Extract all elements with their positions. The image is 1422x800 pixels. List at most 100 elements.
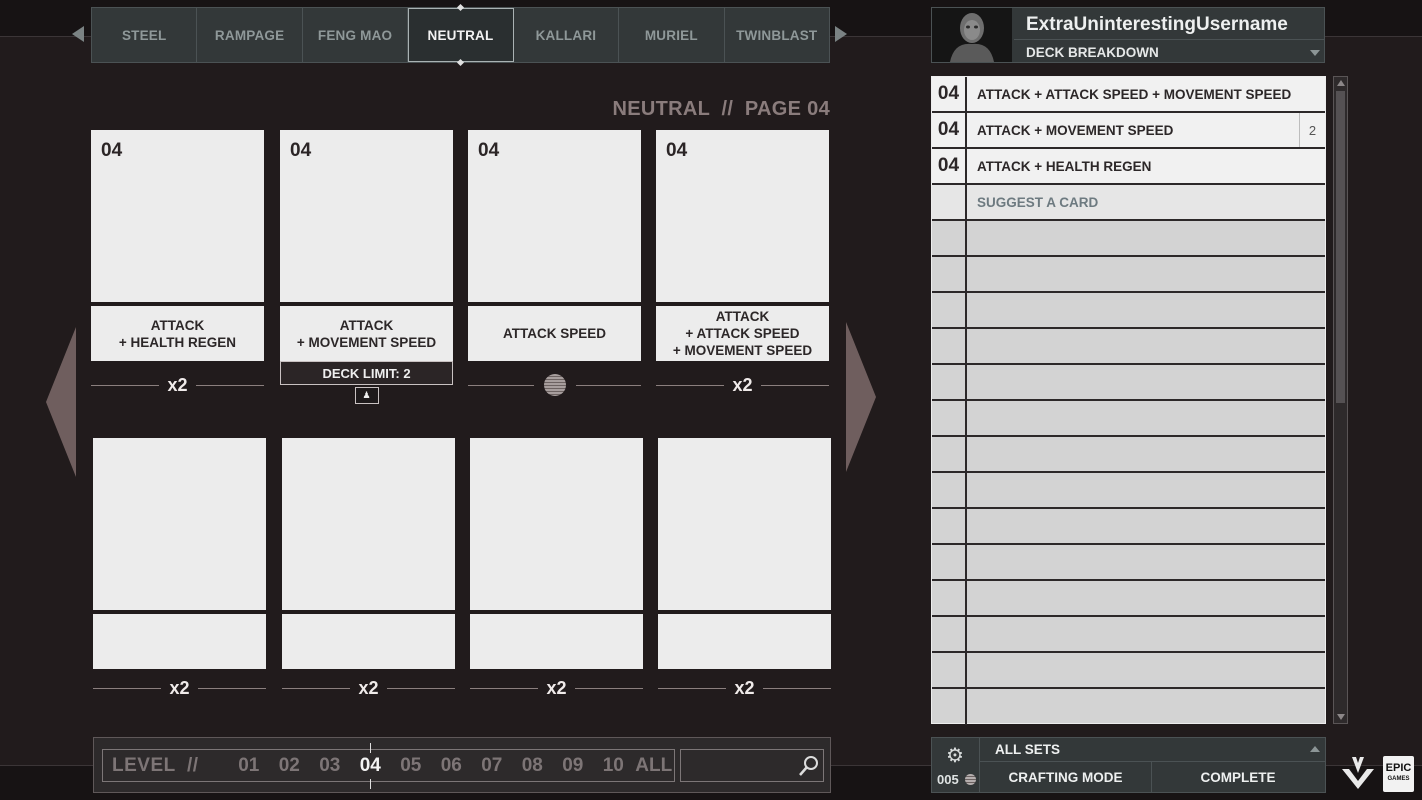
chevron-down-icon[interactable] xyxy=(1310,50,1320,56)
card-slot-3[interactable]: 04 ATTACK SPEED xyxy=(468,130,641,396)
card-slot-1[interactable]: 04 ATTACK + HEALTH REGEN x2 xyxy=(91,130,264,395)
avatar[interactable] xyxy=(932,8,1012,62)
scroll-up-icon[interactable] xyxy=(1337,80,1345,86)
level-07[interactable]: 07 xyxy=(472,755,513,777)
empty-deck-row xyxy=(932,653,1325,689)
view-dropdown-label: DECK BREAKDOWN xyxy=(1026,45,1159,60)
card-slot-6[interactable]: x2 xyxy=(282,438,455,698)
tab-muriel[interactable]: MURIEL xyxy=(619,8,725,62)
empty-cost-cell xyxy=(932,617,967,651)
card-name xyxy=(470,614,643,669)
prev-page-arrow-icon[interactable] xyxy=(46,327,76,477)
empty-deck-row xyxy=(932,221,1325,257)
card-art[interactable] xyxy=(282,438,455,610)
empty-deck-row xyxy=(932,581,1325,617)
complete-button[interactable]: COMPLETE xyxy=(1152,762,1324,792)
card-slot-4[interactable]: 04 ATTACK + ATTACK SPEED + MOVEMENT SPEE… xyxy=(656,130,829,395)
empty-cost-cell xyxy=(932,293,967,327)
suggest-card-row[interactable]: SUGGEST A CARD xyxy=(932,185,1325,221)
card-art[interactable]: 04 xyxy=(468,130,641,302)
tabs-next-arrow-icon[interactable] xyxy=(835,26,847,42)
tab-steel[interactable]: STEEL xyxy=(92,8,198,62)
card-cost: 04 xyxy=(101,140,123,161)
card-name xyxy=(658,614,831,669)
card-count: x2 xyxy=(734,677,755,698)
scroll-down-icon[interactable] xyxy=(1337,714,1345,720)
settings-cell[interactable]: ⚙ 005 xyxy=(932,738,980,792)
empty-deck-row xyxy=(932,473,1325,509)
empty-cost-cell xyxy=(932,653,967,687)
level-08[interactable]: 08 xyxy=(512,755,553,777)
empty-cost-cell xyxy=(932,365,967,399)
card-art[interactable] xyxy=(470,438,643,610)
card-count-row: x2 xyxy=(470,678,643,698)
card-art[interactable] xyxy=(658,438,831,610)
card-count-row: x2 xyxy=(658,678,831,698)
epic-logo-top: EPIC xyxy=(1385,762,1412,774)
card-art[interactable] xyxy=(93,438,266,610)
card-slot-5[interactable]: x2 xyxy=(93,438,266,698)
level-06[interactable]: 06 xyxy=(431,755,472,777)
set-filter-dropdown[interactable]: ALL SETS xyxy=(980,738,1325,762)
card-count: x2 xyxy=(546,677,567,698)
empty-name-cell xyxy=(967,581,1325,615)
card-slot-2[interactable]: 04 ATTACK + MOVEMENT SPEED DECK LIMIT: 2… xyxy=(280,130,453,404)
empty-deck-row xyxy=(932,293,1325,329)
deck-list: 04 ATTACK + ATTACK SPEED + MOVEMENT SPEED… xyxy=(931,76,1326,725)
tab-twinblast[interactable]: TWINBLAST xyxy=(725,8,829,62)
card-slot-8[interactable]: x2 xyxy=(658,438,831,698)
gear-icon[interactable]: ⚙ xyxy=(946,743,964,768)
card-cost: 04 xyxy=(290,140,312,161)
level-03[interactable]: 03 xyxy=(310,755,351,777)
deck-card-name: ATTACK + ATTACK SPEED + MOVEMENT SPEED xyxy=(977,86,1292,102)
level-05[interactable]: 05 xyxy=(391,755,432,777)
level-10[interactable]: 10 xyxy=(593,755,634,777)
deck-scrollbar[interactable] xyxy=(1333,76,1348,724)
view-dropdown[interactable]: DECK BREAKDOWN xyxy=(1014,39,1325,63)
level-01[interactable]: 01 xyxy=(229,755,270,777)
tab-rampage[interactable]: RAMPAGE xyxy=(197,8,303,62)
empty-deck-row xyxy=(932,617,1325,653)
level-04[interactable]: 04 xyxy=(350,742,391,789)
tab-kallari[interactable]: KALLARI xyxy=(514,8,620,62)
epic-logo-bottom: GAMES xyxy=(1387,776,1410,782)
empty-cost-cell xyxy=(932,509,967,543)
deck-card-row[interactable]: 04 ATTACK + MOVEMENT SPEED 2 xyxy=(932,113,1325,149)
tab-neutral[interactable]: NEUTRAL xyxy=(408,8,514,62)
scroll-thumb[interactable] xyxy=(1336,91,1345,403)
deck-card-row[interactable]: 04 ATTACK + HEALTH REGEN xyxy=(932,149,1325,185)
empty-cost-cell xyxy=(932,329,967,363)
card-art[interactable]: 04 xyxy=(91,130,264,302)
empty-name-cell xyxy=(967,401,1325,435)
card-art[interactable]: 04 xyxy=(280,130,453,302)
empty-cost-cell xyxy=(932,221,967,255)
card-cost: 04 xyxy=(666,140,688,161)
lock-icon[interactable]: ♟ xyxy=(354,387,379,404)
tab-feng-mao[interactable]: FENG MAO xyxy=(303,8,409,62)
tabs-prev-arrow-icon[interactable] xyxy=(72,26,84,42)
level-09[interactable]: 09 xyxy=(553,755,594,777)
card-slot-7[interactable]: x2 xyxy=(470,438,643,698)
empty-deck-row xyxy=(932,437,1325,473)
deck-card-row[interactable]: 04 ATTACK + ATTACK SPEED + MOVEMENT SPEED xyxy=(932,77,1325,113)
paragon-logo-icon xyxy=(1342,757,1374,789)
level-selector: LEVEL // 01 02 03 04 05 06 07 08 09 10 A… xyxy=(102,742,675,789)
deck-card-cost: 04 xyxy=(932,113,967,147)
card-count-total: 005 xyxy=(937,772,959,787)
empty-name-cell xyxy=(967,365,1325,399)
deck-card-name: SUGGEST A CARD xyxy=(977,194,1099,210)
level-02[interactable]: 02 xyxy=(269,755,310,777)
empty-deck-row xyxy=(932,329,1325,365)
card-search-input[interactable] xyxy=(680,749,824,782)
set-filter-label: ALL SETS xyxy=(995,742,1061,757)
card-art[interactable]: 04 xyxy=(656,130,829,302)
level-all[interactable]: ALL xyxy=(634,755,675,777)
next-page-arrow-icon[interactable] xyxy=(846,322,876,472)
page-heading: NEUTRAL // PAGE 04 xyxy=(612,98,830,120)
deck-card-qty: 2 xyxy=(1299,113,1325,147)
card-name xyxy=(93,614,266,669)
search-icon[interactable] xyxy=(797,754,821,778)
empty-deck-row xyxy=(932,545,1325,581)
crafting-mode-button[interactable]: CRAFTING MODE xyxy=(980,762,1152,792)
chevron-up-icon[interactable] xyxy=(1310,746,1320,752)
